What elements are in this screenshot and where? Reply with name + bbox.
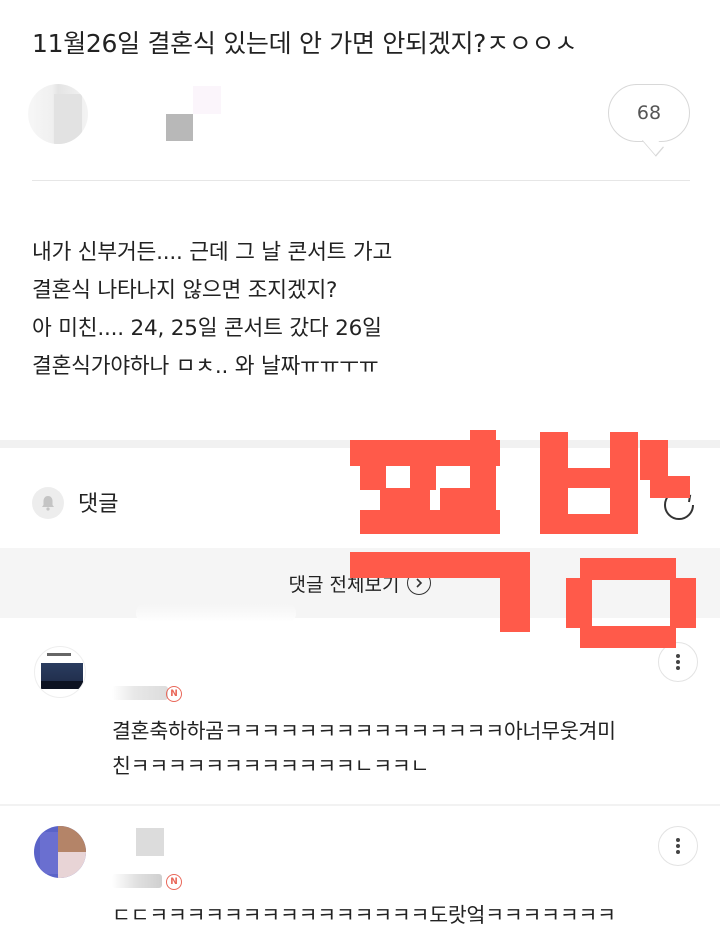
author-avatar[interactable] (28, 84, 88, 144)
comment-text: ㄷㄷㅋㅋㅋㅋㅋㅋㅋㅋㅋㅋㅋㅋㅋㅋㅋ도랏엌ㅋㅋㅋㅋㅋㅋㅋ (112, 898, 692, 933)
post-page: 11월26일 결혼식 있는데 안 가면 안되겠지?ㅈㅇㅇㅅ 68 내가 신부거든… (0, 0, 720, 946)
view-all-comments-button[interactable]: 댓글 전체보기 (0, 548, 720, 618)
post-body: 내가 신부거든.... 근데 그 날 콘서트 가고 결혼식 나타나지 않으면 조… (32, 234, 672, 386)
comment-text-line: ㄷㄷㅋㅋㅋㅋㅋㅋㅋㅋㅋㅋㅋㅋㅋㅋㅋ도랏엌ㅋㅋㅋㅋㅋㅋㅋ (112, 903, 616, 927)
more-vertical-icon (676, 654, 680, 670)
comment-count-button[interactable]: 68 (608, 84, 690, 157)
comment-item: N ㄷㄷㅋㅋㅋㅋㅋㅋㅋㅋㅋㅋㅋㅋㅋㅋㅋ도랏엌ㅋㅋㅋㅋㅋㅋㅋ (0, 806, 720, 946)
new-badge: N (166, 686, 182, 702)
post-title: 11월26일 결혼식 있는데 안 가면 안되겠지?ㅈㅇㅇㅅ (32, 29, 577, 58)
commenter-name-redacted (136, 828, 164, 856)
more-options-button[interactable] (658, 826, 698, 866)
comment-text-line: 친ㅋㅋㅋㅋㅋㅋㅋㅋㅋㅋㅋㅋㄴㅋㅋㄴ (112, 754, 430, 778)
commenter-name-redacted (112, 686, 168, 700)
view-all-label: 댓글 전체보기 (288, 573, 400, 596)
more-options-button[interactable] (658, 642, 698, 682)
commenter-avatar[interactable] (34, 826, 86, 878)
chevron-right-icon (407, 571, 432, 595)
author-name-redacted (193, 86, 221, 114)
post-body-line: 결혼식 나타나지 않으면 조지겠지? (32, 278, 338, 303)
author-info-redacted (166, 114, 193, 141)
comments-label: 댓글 (78, 492, 119, 517)
more-vertical-icon (676, 838, 680, 854)
post-body-line: 결혼식가야하나 ㅁㅊ.. 와 날짜ㅠㅠㅜㅠ (32, 354, 379, 379)
comment-count: 68 (636, 102, 662, 124)
divider (32, 180, 690, 181)
refresh-icon[interactable] (662, 488, 696, 522)
speech-bubble-tail-icon (642, 131, 664, 157)
comments-header: 댓글 (0, 470, 720, 534)
commenter-name-redacted (112, 874, 162, 888)
post-body-line: 내가 신부거든.... 근데 그 날 콘서트 가고 (32, 240, 393, 265)
commenter-avatar[interactable] (34, 646, 86, 698)
comment-text: 결혼축하하곰ㅋㅋㅋㅋㅋㅋㅋㅋㅋㅋㅋㅋㅋㅋㅋ아너무웃겨미 친ㅋㅋㅋㅋㅋㅋㅋㅋㅋㅋㅋ… (112, 714, 692, 784)
author-row: 68 (0, 80, 720, 180)
new-badge: N (166, 874, 182, 890)
bell-icon[interactable] (32, 487, 64, 519)
post-body-line: 아 미친.... 24, 25일 콘서트 갔다 26일 (32, 316, 382, 341)
comment-item: N 결혼축하하곰ㅋㅋㅋㅋㅋㅋㅋㅋㅋㅋㅋㅋㅋㅋㅋ아너무웃겨미 친ㅋㅋㅋㅋㅋㅋㅋㅋㅋ… (0, 618, 720, 804)
comment-text-line: 결혼축하하곰ㅋㅋㅋㅋㅋㅋㅋㅋㅋㅋㅋㅋㅋㅋㅋ아너무웃겨미 (112, 719, 616, 743)
section-divider (0, 440, 720, 448)
